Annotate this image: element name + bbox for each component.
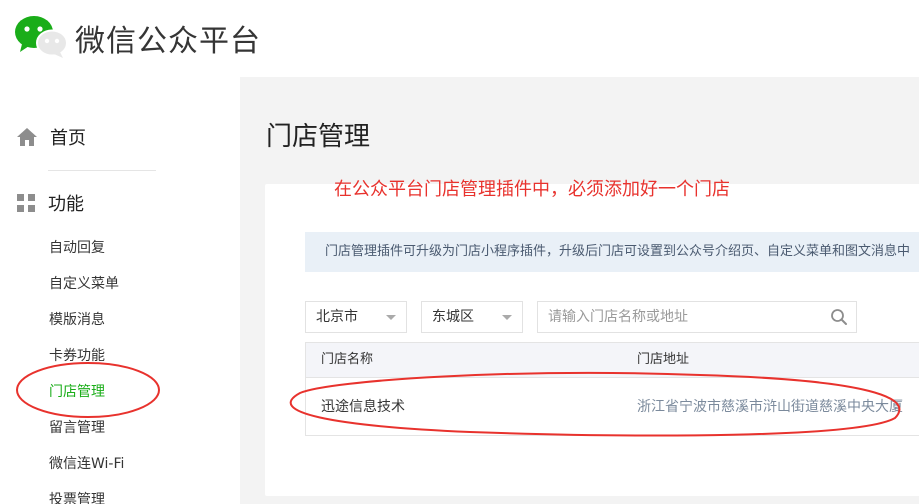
sidebar-section-label: 功能 [48,194,84,215]
sidebar-item-auto-reply[interactable]: 自动回复 [49,237,105,257]
column-header-store-address: 门店地址 [637,352,690,367]
district-select-value: 东城区 [432,309,474,325]
sidebar-item-comment-management[interactable]: 留言管理 [49,417,105,437]
platform-brand-title: 微信公众平台 [75,24,261,59]
store-search-input[interactable] [548,302,818,332]
store-name-cell: 迅途信息技术 [321,399,405,415]
wechat-logo-icon[interactable] [14,14,68,58]
sidebar-home-label: 首页 [50,128,86,149]
sidebar-section-functions[interactable]: 功能 [16,188,84,218]
chevron-down-icon [502,315,512,320]
sidebar-divider [48,170,156,171]
page-title: 门店管理 [266,122,371,152]
upgrade-notice-banner: 门店管理插件可升级为门店小程序插件，升级后门店可设置到公众号介绍页、自定义菜单和… [305,232,919,272]
sidebar-item-wechat-wifi[interactable]: 微信连Wi-Fi [49,453,124,473]
content-panel [265,184,919,496]
city-select-value: 北京市 [316,309,358,325]
city-select[interactable]: 北京市 [305,301,407,333]
search-icon[interactable] [830,308,848,326]
sidebar-item-vote-management[interactable]: 投票管理 [49,489,105,504]
chevron-down-icon [386,315,396,320]
store-address-cell: 浙江省宁波市慈溪市浒山街道慈溪中央大厦 [637,399,903,415]
home-icon [17,128,37,146]
column-header-store-name: 门店名称 [321,352,374,367]
sidebar-item-home[interactable]: 首页 [16,122,86,152]
sidebar-item-template-message[interactable]: 模版消息 [49,309,105,329]
top-header: 微信公众平台 [0,0,919,77]
grid-icon [17,194,35,212]
store-table: 门店名称 门店地址 迅途信息技术 浙江省宁波市慈溪市浒山街道慈溪中央大厦 [305,342,919,436]
sidebar-item-card-coupon[interactable]: 卡券功能 [49,345,105,365]
district-select[interactable]: 东城区 [421,301,523,333]
table-header: 门店名称 门店地址 [306,343,919,378]
annotation-text: 在公众平台门店管理插件中，必须添加好一个门店 [334,179,730,200]
sidebar-item-store-management[interactable]: 门店管理 [49,381,105,401]
sidebar-item-custom-menu[interactable]: 自定义菜单 [49,273,119,293]
store-search-box [537,301,857,333]
